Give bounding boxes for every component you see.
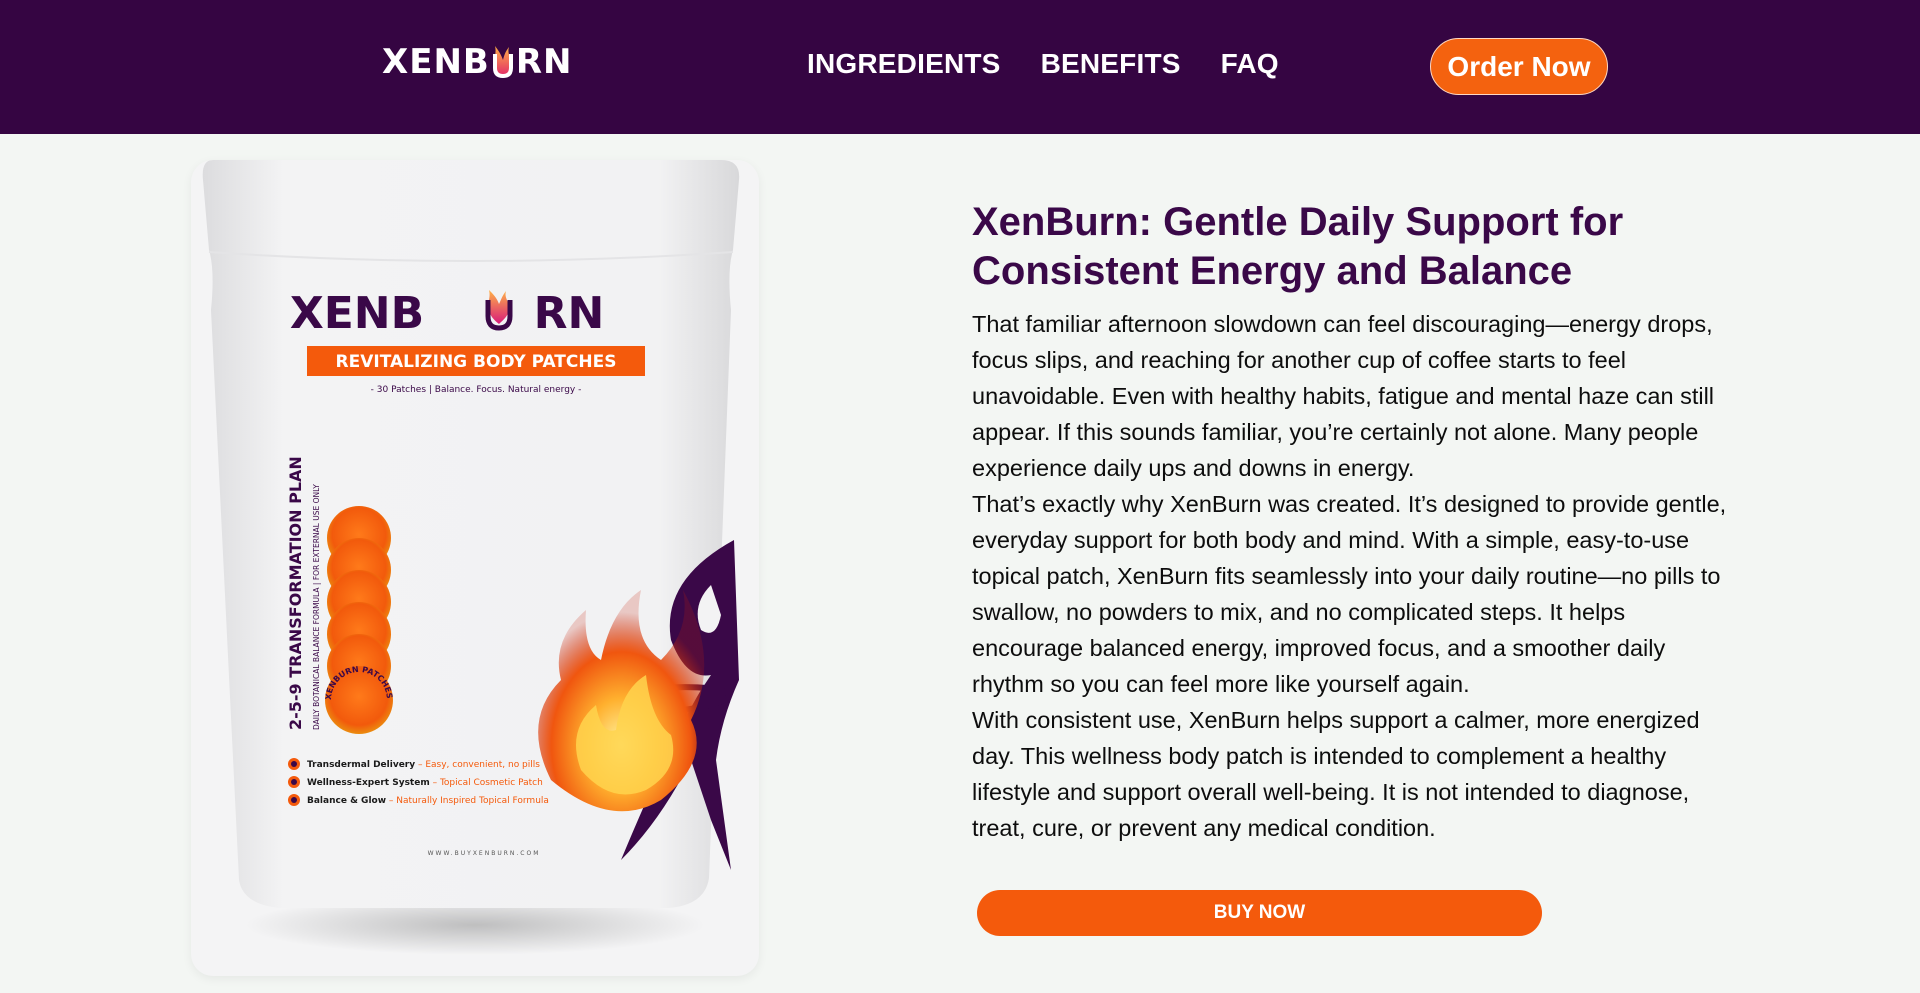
pouch-side-subtitle: DAILY BOTANICAL BALANCE FORMULA | FOR EX… xyxy=(312,484,321,730)
pouch-side-title: 2-5-9 TRANSFORMATION PLAN xyxy=(286,456,305,730)
paragraph-about: That’s exactly why XenBurn was created. … xyxy=(972,491,1727,697)
feature-2-detail: – Topical Cosmetic Patch xyxy=(430,778,543,788)
logo-text-right: RN xyxy=(515,42,573,82)
logo-text-left: XENB xyxy=(382,42,490,82)
svg-text:Balance & Glow – Naturally Ins: Balance & Glow – Naturally Inspired Topi… xyxy=(307,796,549,806)
flame-icon xyxy=(492,46,513,79)
pouch-brand-right: RN xyxy=(534,288,605,339)
product-pouch: XENB RN REVITALIZING BODY PATCHES - 30 P… xyxy=(202,160,740,955)
feature-1-name: Transdermal Delivery xyxy=(307,760,415,770)
nav-benefits[interactable]: BENEFITS xyxy=(1041,48,1181,80)
feature-3-detail: – Naturally Inspired Topical Formula xyxy=(386,796,549,806)
feature-1-detail: – Easy, convenient, no pills xyxy=(415,760,540,770)
paragraph-disclaimer: With consistent use, XenBurn helps suppo… xyxy=(972,707,1700,841)
feature-2-name: Wellness-Expert System xyxy=(307,778,430,788)
order-now-button[interactable]: Order Now xyxy=(1430,38,1608,95)
page-title: XenBurn: Gentle Daily Support for Consis… xyxy=(972,200,1624,293)
feature-3-name: Balance & Glow xyxy=(307,796,386,806)
svg-text:Transdermal Delivery – Easy, c: Transdermal Delivery – Easy, convenient,… xyxy=(307,760,540,770)
pouch-banner: REVITALIZING BODY PATCHES xyxy=(336,352,617,372)
buy-now-button[interactable]: BUY NOW xyxy=(977,890,1542,936)
pouch-tagline: - 30 Patches | Balance. Focus. Natural e… xyxy=(371,385,582,395)
nav-faq[interactable]: FAQ xyxy=(1221,48,1279,80)
feature-list: Transdermal Delivery – Easy, convenient,… xyxy=(288,758,549,806)
main-nav: INGREDIENTS BENEFITS FAQ xyxy=(807,48,1279,80)
paragraph-intro: That familiar afternoon slowdown can fee… xyxy=(972,311,1715,481)
brand-logo[interactable]: XENB RN xyxy=(382,42,572,82)
product-image: XENB RN REVITALIZING BODY PATCHES - 30 P… xyxy=(191,160,759,976)
pouch-url: WWW.BUYXENBURN.COM xyxy=(428,850,541,857)
nav-ingredients[interactable]: INGREDIENTS xyxy=(807,48,1001,80)
site-header: XENB RN INGREDIENTS BENEFITS FAQ Order N… xyxy=(0,0,1920,134)
product-description: XenBurn: Gentle Daily Support for Consis… xyxy=(972,198,1727,846)
pouch-brand-left: XENB xyxy=(290,288,424,339)
patch-stack: XENBURN PATCHES xyxy=(324,506,394,734)
svg-text:Wellness-Expert System – Topic: Wellness-Expert System – Topical Cosmeti… xyxy=(307,778,543,788)
